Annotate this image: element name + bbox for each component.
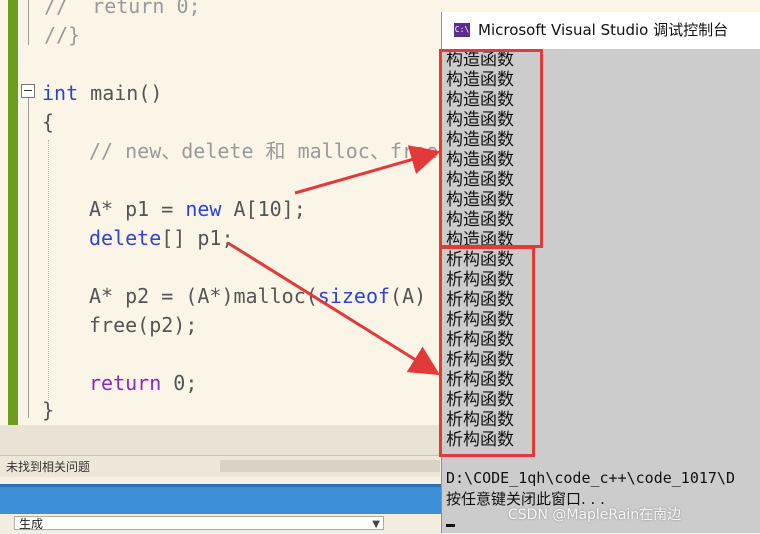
keyword-return: return [89, 371, 162, 395]
console-path-line: D:\CODE_1qh\code_c++\code_1017\D [446, 469, 735, 487]
watermark: CSDN @MapleRain在南边 [508, 507, 682, 523]
code-line-8[interactable]: A* p2 = (A*)malloc(sizeof(A) * [89, 284, 450, 308]
editor-horizontal-scrollbar[interactable] [0, 425, 440, 455]
console-cursor [446, 524, 455, 527]
console-app-icon: C:\ [454, 23, 470, 37]
code-line-11[interactable]: } [42, 398, 54, 422]
chevron-down-icon[interactable]: ▼ [372, 515, 380, 534]
change-tracking-bar [8, 0, 18, 425]
p1-type: A[10]; [221, 197, 306, 221]
keyword-int: int [42, 81, 79, 105]
console-title: Microsoft Visual Studio 调试控制台 [478, 21, 729, 39]
constructor-highlight-box [439, 49, 543, 248]
code-line-6[interactable]: A* p1 = new A[10]; [89, 197, 306, 221]
code-line-2[interactable]: //} [44, 23, 80, 47]
delete-target: [] p1; [161, 226, 234, 250]
return-value: 0; [161, 371, 198, 395]
code-line-10[interactable]: return 0; [89, 371, 197, 395]
collapse-main-toggle[interactable] [21, 84, 35, 98]
outline-line-top [28, 0, 29, 45]
output-source-select[interactable]: 生成 ▼ [14, 516, 384, 531]
main-signature: main() [78, 81, 163, 105]
p2-decl: A* p2 = (A*)malloc( [89, 284, 318, 308]
code-line-9[interactable]: free(p2); [89, 313, 197, 337]
outline-line-main [28, 98, 29, 418]
keyword-new: new [185, 197, 222, 221]
indent-guide [48, 140, 49, 400]
output-source-bar: 生成 ▼ [0, 514, 440, 533]
code-line-3[interactable]: int main() [42, 81, 162, 105]
keyword-delete: delete [89, 226, 162, 250]
issues-text: 未找到相关问题 [6, 460, 91, 474]
code-line-7[interactable]: delete[] p1; [89, 226, 234, 250]
output-source-value: 生成 [19, 517, 44, 531]
issues-scrollbar[interactable] [220, 460, 440, 472]
code-line-4[interactable]: { [42, 110, 54, 134]
destructor-highlight-box [439, 246, 535, 457]
code-line-1[interactable]: // return 0; [44, 0, 201, 18]
code-line-5[interactable]: // new、delete 和 malloc、free [89, 139, 438, 163]
keyword-sizeof: sizeof [317, 284, 391, 308]
p1-decl: A* p1 = [89, 197, 186, 221]
console-title-bar[interactable]: C:\ Microsoft Visual Studio 调试控制台 [442, 12, 760, 49]
